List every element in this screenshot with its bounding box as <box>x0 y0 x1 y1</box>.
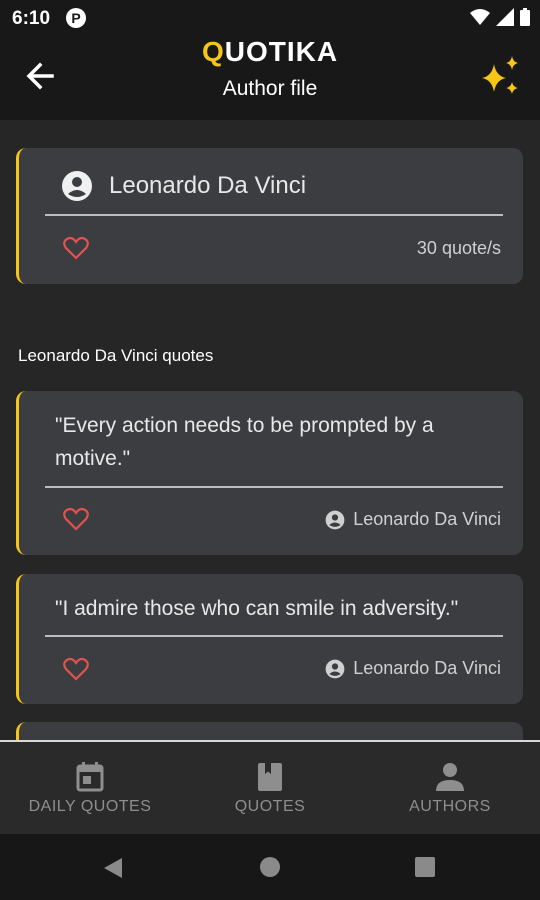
signal-icon <box>496 8 514 26</box>
status-bar: 6:10 P <box>0 0 540 36</box>
section-title: Leonardo Da Vinci quotes <box>18 346 214 365</box>
bottom-nav: DAILY QUOTES QUOTES AUTHORS <box>0 742 540 834</box>
quote-card[interactable]: "Every action needs to be prompted by a … <box>16 391 523 555</box>
nav-quotes[interactable]: QUOTES <box>180 742 360 834</box>
app-bar: QUOTIKA Author file <box>0 36 540 120</box>
calendar-icon <box>76 762 104 792</box>
system-nav-bar <box>0 834 540 900</box>
back-triangle-icon[interactable] <box>102 856 124 880</box>
app-notification-icon: P <box>66 8 86 28</box>
divider <box>45 486 503 488</box>
account-circle-icon <box>325 510 345 529</box>
account-circle-icon <box>62 171 92 201</box>
heart-icon[interactable] <box>63 657 89 681</box>
nav-label: AUTHORS <box>409 798 491 815</box>
nav-daily-quotes[interactable]: DAILY QUOTES <box>0 742 180 834</box>
author-card: Leonardo Da Vinci 30 quote/s <box>16 148 523 284</box>
nav-label: DAILY QUOTES <box>28 798 152 815</box>
page-subtitle: Author file <box>222 77 318 100</box>
divider <box>45 214 503 216</box>
content-area: Leonardo Da Vinci 30 quote/s Leonardo Da… <box>0 120 540 740</box>
quote-author: Leonardo Da Vinci <box>325 509 501 530</box>
author-name: Leonardo Da Vinci <box>109 172 307 199</box>
home-circle-icon[interactable] <box>259 856 281 878</box>
book-icon <box>258 763 282 791</box>
quote-count: 30 quote/s <box>416 238 501 258</box>
nav-authors[interactable]: AUTHORS <box>360 742 540 834</box>
quote-card-partial[interactable] <box>16 722 523 740</box>
person-icon <box>436 763 464 791</box>
heart-icon[interactable] <box>63 507 89 531</box>
quote-author-name: Leonardo Da Vinci <box>353 658 501 678</box>
account-circle-icon <box>325 659 345 678</box>
wifi-icon <box>470 9 490 25</box>
sparkles-icon[interactable] <box>478 54 522 98</box>
battery-icon <box>520 8 530 26</box>
author-row: Leonardo Da Vinci <box>61 170 306 202</box>
heart-icon[interactable] <box>63 236 89 260</box>
quote-text: "I admire those who can smile in adversi… <box>55 597 459 620</box>
quote-author: Leonardo Da Vinci <box>325 658 501 679</box>
divider <box>45 635 503 637</box>
recents-square-icon[interactable] <box>414 856 436 878</box>
status-time: 6:10 <box>12 8 51 29</box>
nav-label: QUOTES <box>234 798 306 815</box>
quote-author-name: Leonardo Da Vinci <box>353 509 501 529</box>
quote-card[interactable]: "I admire those who can smile in adversi… <box>16 574 523 704</box>
app-title: QUOTIKA <box>201 36 339 67</box>
quote-text: "Every action needs to be prompted by a … <box>55 414 434 470</box>
system-icons <box>470 8 530 26</box>
